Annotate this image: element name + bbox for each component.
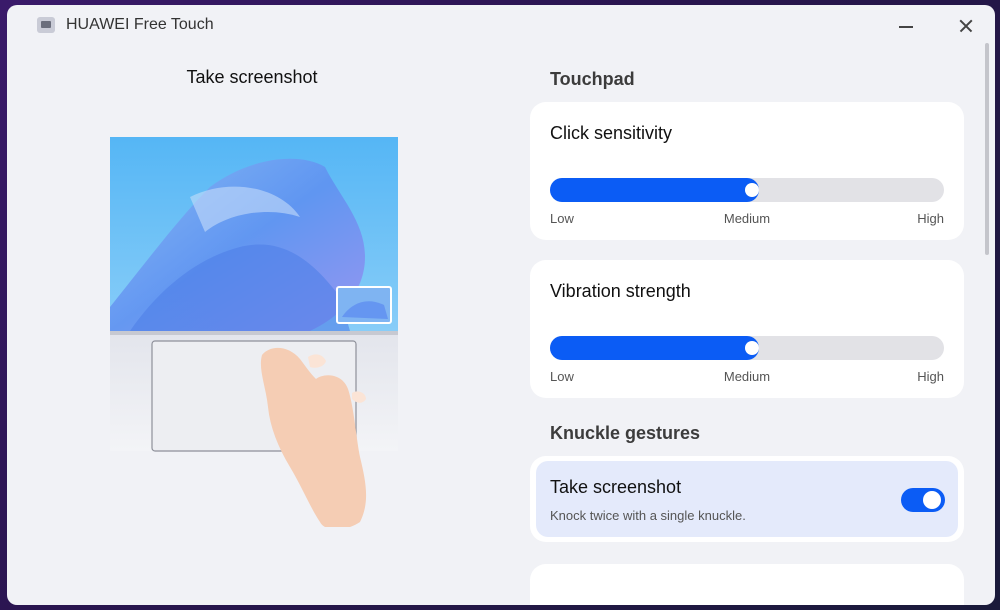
app-window: HUAWEI Free Touch Take screenshot Touchp… [7, 5, 995, 605]
take-screenshot-toggle[interactable] [901, 488, 945, 512]
toggle-knob [923, 491, 941, 509]
vibration-strength-card: Vibration strength Low Medium High [530, 260, 964, 398]
minimize-icon[interactable] [891, 11, 921, 41]
slider-fill [550, 336, 759, 360]
vibration-strength-slider[interactable] [550, 336, 944, 360]
slider-label-high: High [917, 369, 944, 384]
vibration-strength-title: Vibration strength [550, 281, 691, 301]
touchpad-section-title: Touchpad [550, 69, 635, 89]
slider-label-medium: Medium [723, 211, 771, 226]
app-icon [37, 17, 55, 33]
click-sensitivity-card: Click sensitivity Low Medium High [530, 102, 964, 240]
window-title: HUAWEI Free Touch [66, 16, 214, 33]
scrollbar[interactable] [985, 43, 989, 255]
slider-label-low: Low [550, 369, 574, 384]
close-icon[interactable] [951, 11, 981, 41]
title-bar: HUAWEI Free Touch [7, 5, 995, 45]
gesture-illustration [110, 137, 398, 527]
slider-label-low: Low [550, 211, 574, 226]
slider-thumb[interactable] [745, 183, 759, 197]
next-gesture-card[interactable] [530, 564, 964, 605]
knuckle-section-title: Knuckle gestures [550, 423, 701, 443]
illustration-title: Take screenshot [186, 67, 318, 87]
slider-thumb[interactable] [745, 341, 759, 355]
take-screenshot-item[interactable]: Take screenshot Knock twice with a singl… [536, 461, 958, 537]
click-sensitivity-slider[interactable] [550, 178, 944, 202]
slider-label-medium: Medium [723, 369, 771, 384]
slider-label-high: High [917, 211, 944, 226]
take-screenshot-title: Take screenshot [550, 477, 682, 497]
slider-fill [550, 178, 759, 202]
click-sensitivity-title: Click sensitivity [550, 123, 673, 143]
take-screenshot-description: Knock twice with a single knuckle. [550, 508, 746, 523]
take-screenshot-card[interactable]: Take screenshot Knock twice with a singl… [530, 456, 964, 542]
